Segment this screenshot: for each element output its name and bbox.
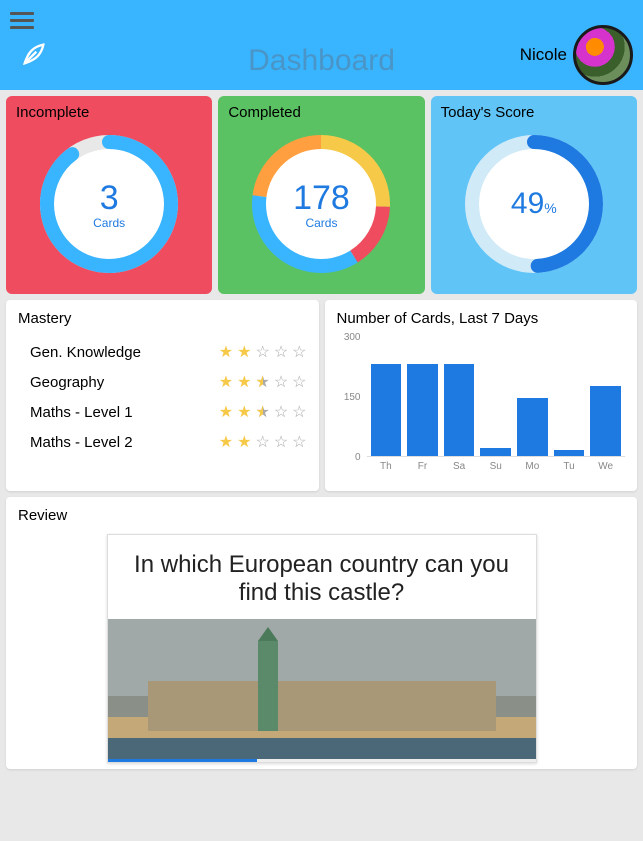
bar-label: Tu (554, 461, 585, 472)
star-icon: ☆ (274, 402, 288, 422)
mastery-row[interactable]: Gen. Knowledge★★☆☆☆ (18, 337, 307, 367)
bar (444, 364, 475, 456)
mastery-label: Maths - Level 2 (30, 434, 133, 451)
stat-completed[interactable]: Completed 178Cards (218, 96, 424, 294)
bar (517, 398, 548, 456)
mastery-title: Mastery (18, 310, 307, 327)
mastery-card: Mastery Gen. Knowledge★★☆☆☆Geography★★★☆… (6, 300, 319, 491)
star-rating: ★★★☆☆ (219, 372, 307, 392)
mastery-label: Geography (30, 374, 104, 391)
mastery-label: Gen. Knowledge (30, 344, 141, 361)
bar (554, 450, 585, 456)
flashcard-question: In which European country can you find t… (108, 535, 536, 619)
bar (371, 364, 402, 456)
review-title: Review (18, 507, 625, 524)
stat-value: 178 (293, 179, 350, 218)
review-card: Review In which European country can you… (6, 497, 637, 769)
bar-column (371, 364, 402, 456)
star-icon: ☆ (292, 402, 306, 422)
bar-label: Fr (407, 461, 438, 472)
bar-column (590, 386, 621, 456)
stat-title: Today's Score (441, 104, 627, 121)
star-icon: ★ (237, 402, 251, 422)
star-rating: ★★☆☆☆ (219, 432, 307, 452)
bar (590, 386, 621, 456)
stat-incomplete[interactable]: Incomplete 3Cards (6, 96, 212, 294)
bar-label: We (590, 461, 621, 472)
star-icon: ☆ (255, 342, 269, 362)
star-icon: ☆ (292, 342, 306, 362)
bar-label: Sa (444, 461, 475, 472)
bar-label: Th (371, 461, 402, 472)
bar (480, 448, 511, 456)
star-icon: ☆ (274, 342, 288, 362)
bar-column (517, 398, 548, 456)
mastery-label: Maths - Level 1 (30, 404, 133, 421)
avatar[interactable] (573, 25, 633, 85)
star-icon: ★ (237, 432, 251, 452)
star-icon: ☆ (292, 372, 306, 392)
star-icon: ★ (219, 342, 233, 362)
stat-title: Completed (228, 104, 414, 121)
stat-title: Incomplete (16, 104, 202, 121)
bar (407, 364, 438, 456)
star-icon: ★ (255, 372, 269, 392)
star-icon: ☆ (292, 432, 306, 452)
stat-value: 3 (100, 179, 119, 218)
bar-column (444, 364, 475, 456)
star-rating: ★★☆☆☆ (219, 342, 307, 362)
stat-sub: Cards (93, 216, 125, 230)
star-icon: ☆ (274, 432, 288, 452)
chart-title: Number of Cards, Last 7 Days (337, 310, 626, 327)
flashcard[interactable]: In which European country can you find t… (107, 534, 537, 763)
page-title: Dashboard (248, 44, 395, 78)
mastery-row[interactable]: Maths - Level 2★★☆☆☆ (18, 427, 307, 457)
stat-sub: Cards (305, 216, 337, 230)
bar-label: Mo (517, 461, 548, 472)
bar-column (480, 448, 511, 456)
feather-icon (20, 40, 48, 73)
stat-score[interactable]: Today's Score 49% (431, 96, 637, 294)
bar-column (554, 450, 585, 456)
star-rating: ★★★☆☆ (219, 402, 307, 422)
mastery-row[interactable]: Maths - Level 1★★★☆☆ (18, 397, 307, 427)
star-icon: ★ (219, 402, 233, 422)
star-icon: ★ (237, 372, 251, 392)
mastery-row[interactable]: Geography★★★☆☆ (18, 367, 307, 397)
star-icon: ☆ (255, 432, 269, 452)
star-icon: ☆ (274, 372, 288, 392)
stat-value: 49% (511, 187, 557, 221)
star-icon: ★ (237, 342, 251, 362)
user-profile[interactable]: Nicole (520, 25, 633, 85)
flashcard-progress (108, 759, 536, 762)
bar-label: Su (480, 461, 511, 472)
bar-column (407, 364, 438, 456)
star-icon: ★ (255, 402, 269, 422)
star-icon: ★ (219, 432, 233, 452)
flashcard-image (108, 619, 536, 759)
menu-icon[interactable] (10, 8, 34, 33)
star-icon: ★ (219, 372, 233, 392)
bar-chart: 0150300 ThFrSaSuMoTuWe (337, 337, 626, 477)
user-name: Nicole (520, 45, 567, 65)
chart-card: Number of Cards, Last 7 Days 0150300 ThF… (325, 300, 638, 491)
